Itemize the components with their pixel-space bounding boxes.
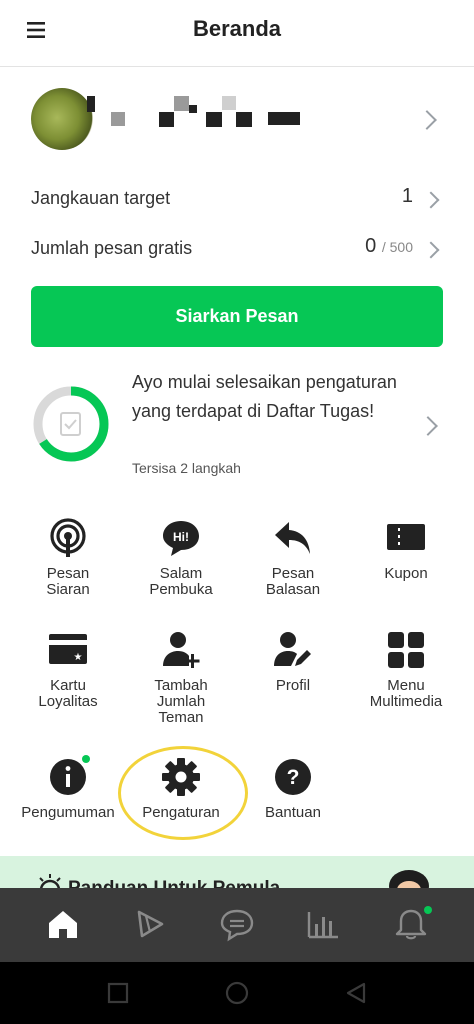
menu-label: Pengumuman bbox=[21, 804, 115, 821]
menu-help[interactable]: ? Bantuan bbox=[238, 757, 348, 821]
recent-apps-icon[interactable] bbox=[106, 981, 130, 1005]
menu-label: Jumlah bbox=[156, 693, 206, 710]
home-icon[interactable] bbox=[45, 906, 81, 942]
coupon-icon bbox=[387, 524, 425, 550]
announcement-icon bbox=[50, 759, 86, 795]
settings-highlight-circle bbox=[118, 746, 248, 840]
svg-text:Hi!: Hi! bbox=[173, 530, 189, 544]
menu-label: Bantuan bbox=[265, 804, 321, 821]
menu-coupon[interactable]: Kupon bbox=[351, 518, 461, 582]
menu-multimedia[interactable]: Menu Multimedia bbox=[351, 630, 461, 710]
checklist-icon bbox=[60, 412, 81, 436]
menu-label: Tambah bbox=[154, 677, 208, 694]
menu-label: Pesan bbox=[271, 565, 315, 582]
target-reach-label: Jangkauan target bbox=[31, 188, 171, 208]
menu-label: Pembuka bbox=[149, 581, 213, 598]
menu-label: Kupon bbox=[384, 565, 428, 582]
account-profile-row[interactable] bbox=[0, 82, 474, 156]
menu-announcement[interactable]: Pengumuman bbox=[13, 757, 123, 821]
bottom-navigation-bar bbox=[0, 888, 474, 962]
free-messages-label: Jumlah pesan gratis bbox=[31, 238, 193, 258]
voom-icon[interactable] bbox=[132, 906, 168, 942]
task-remaining: Tersisa 2 langkah bbox=[132, 460, 241, 476]
target-reach-value: 1 bbox=[401, 185, 413, 207]
free-messages-value: 0 / 500 bbox=[365, 235, 413, 257]
task-progress-ring bbox=[33, 386, 109, 462]
back-triangle-icon[interactable] bbox=[344, 981, 368, 1005]
character-illustration-icon bbox=[389, 870, 429, 890]
notification-badge bbox=[424, 906, 432, 914]
page-title: Beranda bbox=[192, 16, 282, 41]
menu-label: Multimedia bbox=[369, 693, 443, 710]
chevron-right-icon bbox=[417, 110, 437, 130]
menu-label: Pesan bbox=[46, 565, 90, 582]
app-header: Beranda bbox=[0, 0, 474, 67]
profile-edit-icon bbox=[274, 632, 311, 666]
chevron-right-icon bbox=[422, 191, 440, 209]
menu-label: Teman bbox=[158, 709, 204, 726]
loyalty-card-icon: ★ bbox=[49, 634, 87, 664]
menu-loyalty-card[interactable]: ★ Kartu Loyalitas bbox=[13, 630, 123, 710]
announcement-badge bbox=[82, 755, 90, 763]
menu-label: Loyalitas bbox=[38, 693, 98, 710]
menu-broadcast-message[interactable]: Pesan Siaran bbox=[13, 518, 123, 598]
chevron-right-icon bbox=[418, 416, 438, 436]
task-description: Ayo mulai selesaikan pengaturan yang ter… bbox=[132, 372, 397, 421]
help-icon: ? bbox=[275, 759, 311, 795]
svg-text:?: ? bbox=[287, 766, 300, 789]
home-circle-icon[interactable] bbox=[224, 980, 250, 1006]
svg-text:★: ★ bbox=[74, 652, 83, 663]
task-list-card[interactable]: Ayo mulai selesaikan pengaturan yang ter… bbox=[0, 368, 474, 478]
menu-label: Menu bbox=[387, 677, 425, 694]
menu-label: Kartu bbox=[50, 677, 86, 694]
chevron-right-icon bbox=[422, 241, 440, 259]
menu-profile[interactable]: Profil bbox=[238, 630, 348, 694]
menu-reply-message[interactable]: Pesan Balasan bbox=[238, 518, 348, 598]
menu-add-friends[interactable]: Tambah Jumlah Teman bbox=[126, 630, 236, 726]
chat-icon[interactable] bbox=[219, 906, 255, 942]
free-messages-row[interactable]: Jumlah pesan gratis 0 / 500 bbox=[31, 234, 443, 264]
broadcast-message-button[interactable]: Siarkan Pesan bbox=[31, 286, 443, 347]
multimedia-menu-icon bbox=[388, 632, 424, 668]
greeting-icon: Hi! bbox=[163, 521, 199, 556]
beginner-guide-banner[interactable]: Panduan Untuk Pemula bbox=[0, 856, 474, 890]
insight-chart-icon[interactable] bbox=[305, 906, 341, 942]
free-messages-quota: / 500 bbox=[381, 239, 413, 255]
broadcast-icon bbox=[50, 518, 86, 557]
add-friend-icon bbox=[163, 632, 200, 668]
reply-icon bbox=[275, 522, 310, 554]
avatar bbox=[31, 88, 93, 150]
menu-greeting-message[interactable]: Hi! Salam Pembuka bbox=[126, 518, 236, 598]
target-reach-row[interactable]: Jangkauan target 1 bbox=[31, 184, 443, 214]
menu-label: Salam bbox=[159, 565, 203, 582]
menu-label: Balasan bbox=[265, 581, 321, 598]
system-navigation-bar bbox=[0, 962, 474, 1024]
menu-label: Siaran bbox=[46, 581, 90, 598]
menu-label: Profil bbox=[275, 677, 311, 694]
